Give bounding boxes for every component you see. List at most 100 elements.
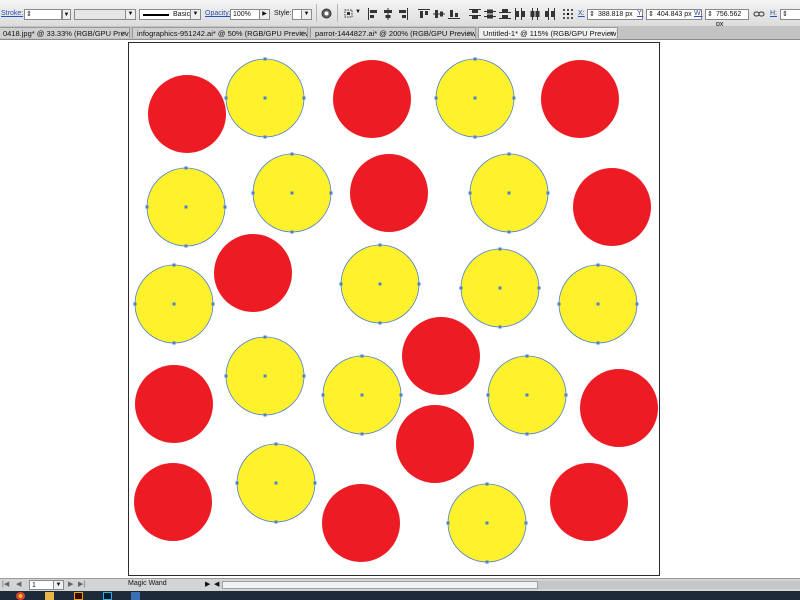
close-icon[interactable]: × — [299, 28, 304, 38]
red-circle[interactable] — [148, 75, 226, 153]
anchor-point[interactable] — [235, 481, 239, 485]
scrollbar-thumb[interactable] — [222, 581, 538, 589]
anchor-point[interactable] — [378, 243, 382, 247]
tool-status-menu-icon[interactable]: ▶ — [205, 580, 210, 588]
red-circle[interactable] — [350, 154, 428, 232]
red-circle[interactable] — [550, 463, 628, 541]
tab-document-1[interactable]: 0418.jpg* @ 33.33% (RGB/GPU Preview) × — [0, 27, 130, 38]
horizontal-align-left-button[interactable] — [366, 7, 379, 20]
x-field[interactable]: ⇕ 388.818 px — [587, 9, 643, 20]
brush-definition[interactable]: Basic ▼ — [139, 9, 201, 20]
vertical-align-center-button[interactable] — [432, 7, 445, 20]
anchor-point[interactable] — [537, 286, 541, 290]
folder-icon[interactable] — [45, 592, 54, 600]
anchor-point[interactable] — [290, 230, 294, 234]
vertical-align-bottom-button[interactable] — [447, 7, 460, 20]
constrain-proportions-button[interactable] — [752, 7, 765, 20]
red-circle[interactable] — [396, 405, 474, 483]
vertical-distribute-center-button[interactable] — [483, 7, 496, 20]
anchor-point[interactable] — [507, 230, 511, 234]
anchor-point[interactable] — [184, 244, 188, 248]
anchor-point[interactable] — [399, 393, 403, 397]
horizontal-distribute-left-button[interactable] — [513, 7, 526, 20]
anchor-point[interactable] — [596, 341, 600, 345]
anchor-point[interactable] — [446, 521, 450, 525]
anchor-point[interactable] — [378, 282, 382, 286]
anchor-point[interactable] — [473, 57, 477, 61]
anchor-point[interactable] — [468, 191, 472, 195]
stroke-label[interactable]: Stroke: — [1, 10, 23, 17]
anchor-point[interactable] — [302, 374, 306, 378]
anchor-point[interactable] — [525, 432, 529, 436]
anchor-point[interactable] — [486, 393, 490, 397]
anchor-point[interactable] — [473, 96, 477, 100]
anchor-point[interactable] — [251, 191, 255, 195]
anchor-point[interactable] — [498, 286, 502, 290]
anchor-point[interactable] — [263, 57, 267, 61]
anchor-point[interactable] — [485, 521, 489, 525]
anchor-point[interactable] — [360, 393, 364, 397]
artwork[interactable] — [0, 40, 800, 578]
reference-point-button[interactable] — [561, 7, 574, 20]
anchor-point[interactable] — [224, 96, 228, 100]
canvas[interactable] — [0, 40, 800, 578]
first-artboard-icon[interactable]: |◀ — [2, 580, 9, 588]
tab-document-active[interactable]: Untitled-1* @ 115% (RGB/GPU Preview) × — [478, 27, 618, 38]
chevron-down-icon[interactable]: ▼ — [355, 9, 361, 15]
horizontal-align-center-button[interactable] — [381, 7, 394, 20]
w-field[interactable]: ⇕ 756.562 px — [705, 9, 749, 28]
opacity-field[interactable]: 100% ▶ — [230, 9, 270, 20]
anchor-point[interactable] — [329, 191, 333, 195]
close-icon[interactable]: × — [121, 28, 126, 38]
anchor-point[interactable] — [485, 482, 489, 486]
stroke-weight-dropdown[interactable]: ▼ — [62, 9, 71, 20]
anchor-point[interactable] — [525, 393, 529, 397]
anchor-point[interactable] — [274, 442, 278, 446]
h-label[interactable]: H: — [770, 10, 777, 17]
vertical-align-top-button[interactable] — [417, 7, 430, 20]
last-artboard-icon[interactable]: ▶| — [78, 580, 85, 588]
red-circle[interactable] — [214, 234, 292, 312]
anchor-point[interactable] — [524, 521, 528, 525]
anchor-point[interactable] — [498, 247, 502, 251]
red-circle[interactable] — [573, 168, 651, 246]
graphic-style-dropdown[interactable]: ▼ — [292, 9, 312, 20]
red-circle[interactable] — [333, 60, 411, 138]
anchor-point[interactable] — [263, 413, 267, 417]
artboard-navigation-field[interactable]: 1 ▼ — [29, 580, 64, 590]
anchor-point[interactable] — [290, 152, 294, 156]
y-label[interactable]: Y: — [637, 10, 643, 17]
anchor-point[interactable] — [133, 302, 137, 306]
recolor-artwork-button[interactable] — [320, 7, 333, 20]
red-circle[interactable] — [402, 317, 480, 395]
anchor-point[interactable] — [417, 282, 421, 286]
anchor-point[interactable] — [172, 263, 176, 267]
red-circle[interactable] — [135, 365, 213, 443]
vertical-distribute-top-button[interactable] — [468, 7, 481, 20]
anchor-point[interactable] — [546, 191, 550, 195]
anchor-point[interactable] — [507, 152, 511, 156]
anchor-point[interactable] — [507, 191, 511, 195]
anchor-point[interactable] — [290, 191, 294, 195]
anchor-point[interactable] — [512, 96, 516, 100]
anchor-point[interactable] — [263, 135, 267, 139]
red-circle[interactable] — [580, 369, 658, 447]
anchor-point[interactable] — [360, 432, 364, 436]
horizontal-distribute-center-button[interactable] — [528, 7, 541, 20]
red-circle[interactable] — [541, 60, 619, 138]
app-icon[interactable] — [131, 592, 140, 600]
anchor-point[interactable] — [525, 354, 529, 358]
align-to-button[interactable] — [342, 7, 355, 20]
anchor-point[interactable] — [263, 335, 267, 339]
anchor-point[interactable] — [223, 205, 227, 209]
anchor-point[interactable] — [211, 302, 215, 306]
red-circle[interactable] — [322, 484, 400, 562]
red-circle[interactable] — [134, 463, 212, 541]
variable-width-profile[interactable]: ▼ — [74, 9, 136, 20]
anchor-point[interactable] — [360, 354, 364, 358]
chrome-icon[interactable] — [16, 592, 25, 600]
anchor-point[interactable] — [596, 263, 600, 267]
horizontal-scrollbar[interactable] — [222, 581, 800, 589]
anchor-point[interactable] — [434, 96, 438, 100]
w-label[interactable]: W: — [694, 10, 702, 17]
